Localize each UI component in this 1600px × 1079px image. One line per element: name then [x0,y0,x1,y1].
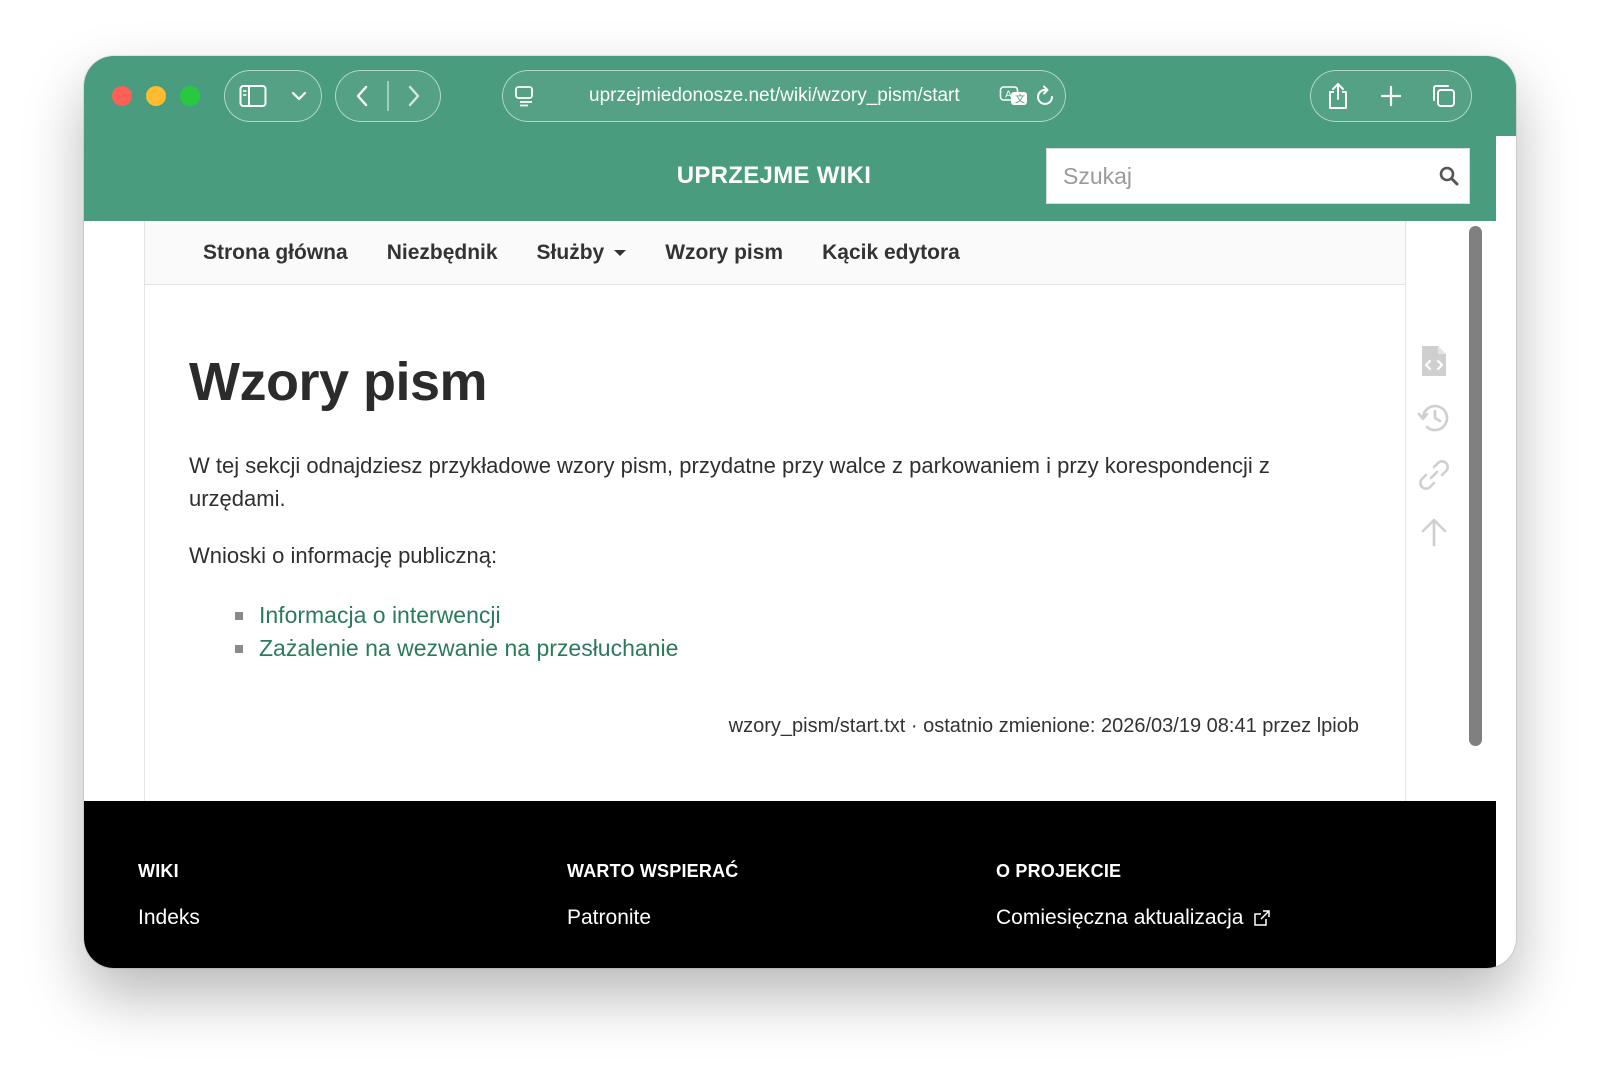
footer-link-label: Comiesięczna aktualizacja [996,906,1244,929]
minimize-window-button[interactable] [146,86,166,106]
svg-text:A: A [1005,90,1012,101]
tab-overview-button[interactable] [1417,71,1471,121]
chevron-left-icon [356,85,367,107]
address-bar[interactable]: uprzejmiedonosze.net/wiki/wzory_pism/sta… [502,70,1066,122]
old-revisions-button[interactable] [1414,389,1454,446]
reload-icon [1037,85,1053,105]
close-window-button[interactable] [112,86,132,106]
back-to-top-icon [1421,518,1447,546]
nav-item-home[interactable]: Strona główna [203,241,348,265]
footer-link-label: Indeks [138,906,200,929]
browser-toolbar: uprzejmiedonosze.net/wiki/wzory_pism/sta… [84,56,1516,136]
footer-column-wiki: WIKI Indeks [138,861,200,930]
link-informacja-o-interwencji[interactable]: Informacja o interwencji [259,602,501,629]
template-links: Informacja o interwencji Zażalenie na we… [189,599,1359,665]
sidebar-toggle-group [224,70,322,122]
new-tab-button[interactable] [1365,71,1417,121]
back-button[interactable] [336,71,387,121]
reload-button[interactable] [1033,83,1059,109]
browser-window: uprzejmiedonosze.net/wiki/wzory_pism/sta… [84,56,1516,968]
tabs-overview-icon [1433,85,1455,107]
footer-link-label: Patronite [567,906,652,929]
back-to-top-button[interactable] [1414,503,1454,560]
footer-link-index[interactable]: Indeks [138,906,200,930]
main-nav: Strona główna Niezbędnik Służby Wzory pi… [145,221,1405,285]
nav-item-label: Służby [536,240,605,264]
page-meta: wzory_pism/start.txt · ostatnio zmienion… [728,715,1359,737]
backlinks-button[interactable] [1414,446,1454,503]
nav-item-editor-corner[interactable]: Kącik edytora [822,241,960,265]
chevron-down-icon [291,91,307,101]
bullet-icon [235,611,243,620]
reader-mode-button[interactable] [513,83,537,109]
translate-icon: A 文 [999,86,1027,106]
link-zazalenie[interactable]: Zażalenie na wezwanie na przesłuchanie [259,635,678,662]
vertical-scrollbar-thumb[interactable] [1469,226,1482,746]
tab-groups-dropdown[interactable] [281,71,317,121]
content-card: Strona główna Niezbędnik Służby Wzory pi… [144,221,1406,811]
footer-heading: WARTO WSPIERAĆ [567,861,739,881]
list-item: Informacja o interwencji [235,599,1359,632]
footer-heading: WIKI [138,861,179,881]
site-footer: WIKI Indeks WARTO WSPIERAĆ Patronite O P… [84,801,1496,968]
nav-item-label: Niezbędnik [386,240,498,264]
nav-item-templates[interactable]: Wzory pism [665,241,783,265]
external-link-icon [1254,910,1271,926]
page-title: Wzory pism [189,352,488,412]
plus-icon [1380,85,1402,107]
view-source-button[interactable] [1414,332,1454,389]
chevron-right-icon [409,85,420,107]
source-icon [1422,345,1446,376]
main-content: Wzory pism W tej sekcji odnajdziesz przy… [189,285,1359,665]
footer-column-support: WARTO WSPIERAĆ Patronite [567,861,738,930]
search-input[interactable] [1047,149,1429,203]
share-icon [1329,83,1347,109]
svg-text:文: 文 [1015,93,1025,106]
zoom-window-button[interactable] [180,86,200,106]
footer-link-patronite[interactable]: Patronite [567,906,738,930]
site-header: UPRZEJME WIKI [84,136,1496,221]
intro-paragraph: W tej sekcji odnajdziesz przykładowe wzo… [189,453,1270,511]
page-viewport: UPRZEJME WIKI Strona główna Niezbędnik S… [84,136,1496,968]
translate-button[interactable]: A 文 [999,83,1029,109]
search-button[interactable] [1429,165,1469,187]
history-nav-group [335,70,441,122]
nav-item-label: Kącik edytora [822,240,960,264]
list-heading: Wnioski o informację publiczną: [189,543,498,568]
sidebar-icon [239,85,267,107]
share-button[interactable] [1311,71,1365,121]
footer-heading: O PROJEKCIE [996,861,1122,881]
page-menu-icon [515,86,533,107]
url-text: uprzejmiedonosze.net/wiki/wzory_pism/sta… [589,85,960,106]
footer-column-about: O PROJEKCIE Comiesięczna aktualizacja [996,861,1271,930]
toolbar-actions-group [1310,70,1472,122]
caret-down-icon [614,249,627,256]
sidebar-toggle-button[interactable] [225,71,281,121]
footer-link-monthly-update[interactable]: Comiesięczna aktualizacja [996,906,1271,930]
history-icon [1417,404,1449,431]
forward-button[interactable] [389,71,440,121]
nav-item-services[interactable]: Służby [537,241,627,265]
nav-item-label: Wzory pism [665,240,784,264]
nav-item-label: Strona główna [203,240,348,264]
page-tools [1414,332,1454,560]
backlinks-icon [1419,459,1449,490]
list-item: Zażalenie na wezwanie na przesłuchanie [235,632,1359,665]
search-box [1046,148,1470,204]
search-icon [1439,166,1459,186]
nav-item-essentials[interactable]: Niezbędnik [387,241,498,265]
bullet-icon [235,644,243,653]
